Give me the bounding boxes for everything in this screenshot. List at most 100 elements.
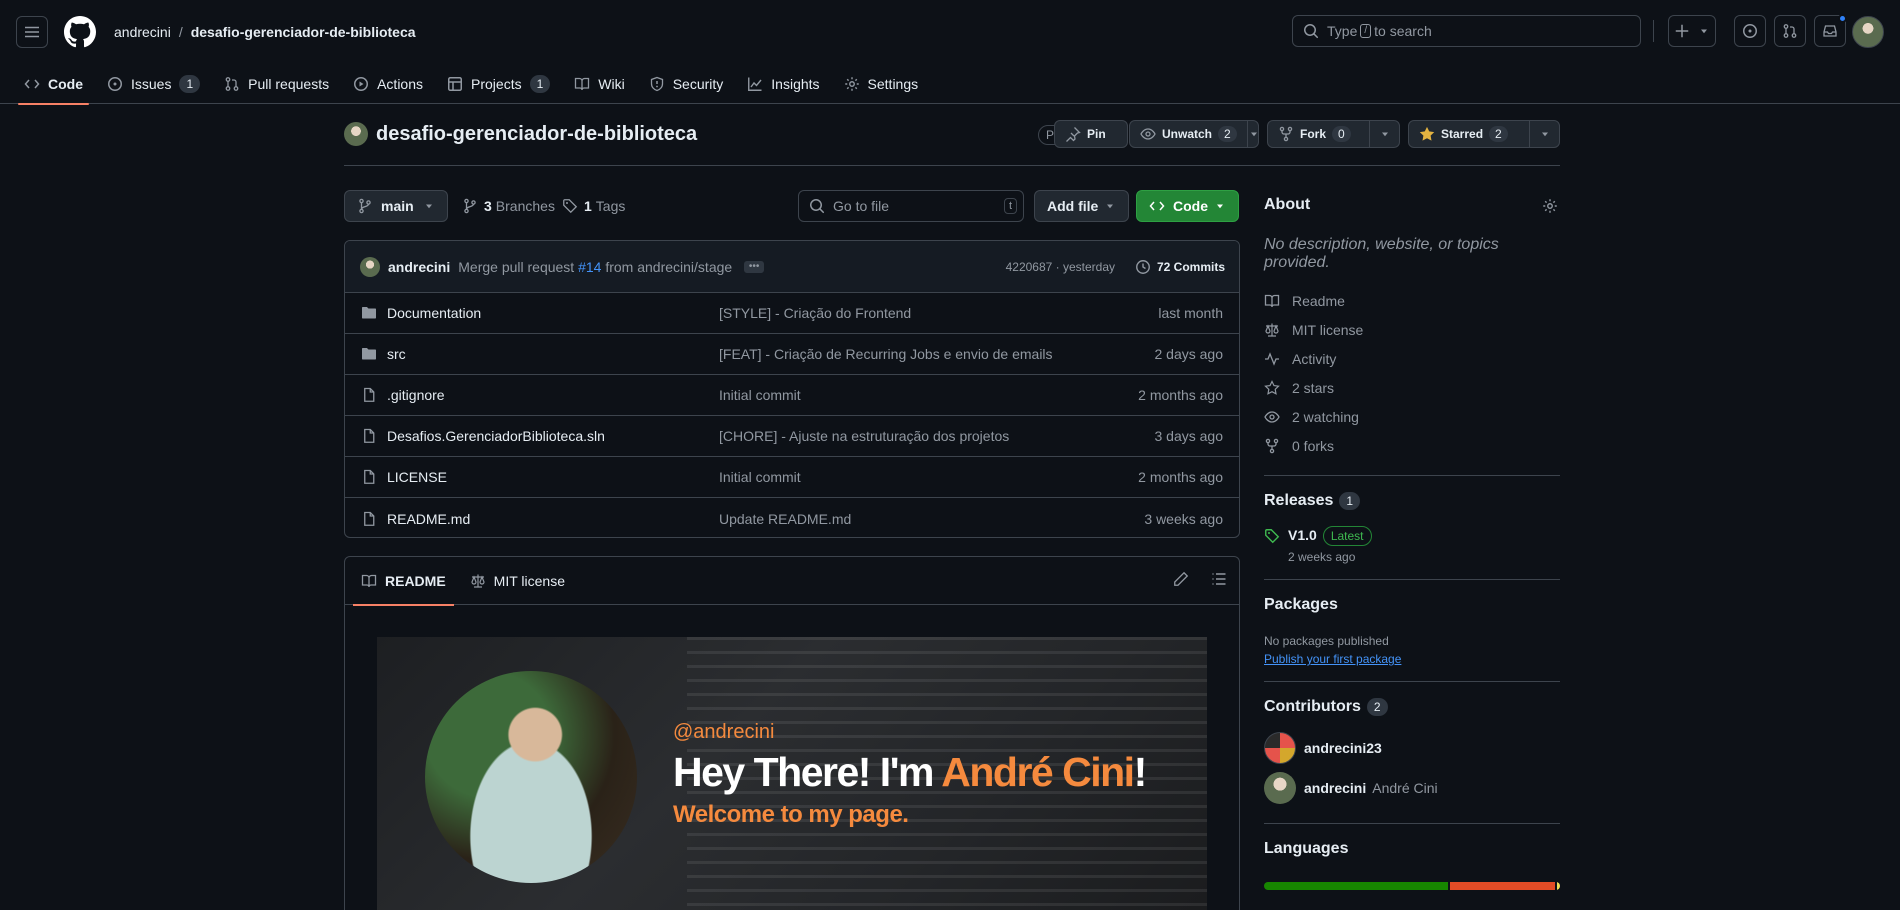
file-age: 3 weeks ago xyxy=(1144,510,1223,527)
tab-settings[interactable]: Settings xyxy=(836,64,927,104)
file-row[interactable]: Desafios.GerenciadorBiblioteca.sln [CHOR… xyxy=(345,416,1239,457)
commit-sha[interactable]: 4220687 · yesterday xyxy=(1006,260,1115,274)
list-outline-icon[interactable] xyxy=(1211,571,1227,587)
language-segment xyxy=(1264,882,1448,890)
fork-count: 0 xyxy=(1332,126,1351,142)
commit-pr-link[interactable]: #14 xyxy=(578,259,601,275)
about-forks-link[interactable]: 0 forks xyxy=(1264,431,1560,460)
file-commit-message[interactable]: Update README.md xyxy=(719,511,851,527)
branch-selector[interactable]: main xyxy=(344,190,448,222)
file-name[interactable]: Desafios.GerenciadorBiblioteca.sln xyxy=(387,428,605,444)
publish-package-link[interactable]: Publish your first package xyxy=(1264,652,1560,666)
about-license-link[interactable]: MIT license xyxy=(1264,315,1560,344)
about-watching-link[interactable]: 2 watching xyxy=(1264,402,1560,431)
commit-message-suffix: from andrecini/stage xyxy=(605,258,733,275)
tab-projects[interactable]: Projects 1 xyxy=(439,64,558,104)
tab-label: Issues xyxy=(131,76,172,92)
file-row[interactable]: README.md Update README.md 3 weeks ago xyxy=(345,498,1239,537)
file-commit-message[interactable]: Initial commit xyxy=(719,469,801,485)
file-commit-message[interactable]: Initial commit xyxy=(719,387,801,403)
tab-security[interactable]: Security xyxy=(641,64,732,104)
issues-button[interactable] xyxy=(1734,15,1766,47)
tab-insights[interactable]: Insights xyxy=(739,64,827,104)
star-icon xyxy=(1264,379,1280,395)
commits-link[interactable]: 72 Commits xyxy=(1135,259,1225,275)
pencil-icon[interactable] xyxy=(1173,571,1189,587)
tab-readme[interactable]: README xyxy=(353,557,454,606)
contributor-login[interactable]: andrecini xyxy=(1304,780,1366,796)
file-name[interactable]: LICENSE xyxy=(387,469,447,485)
contributor-login[interactable]: andrecini23 xyxy=(1304,740,1382,756)
repo-title-row: desafio-gerenciador-de-biblioteca Public… xyxy=(344,120,1560,166)
releases-heading[interactable]: Releases 1 xyxy=(1264,492,1560,510)
file-row[interactable]: LICENSE Initial commit 2 months ago xyxy=(345,457,1239,498)
repo-link[interactable]: desafio-gerenciador-de-biblioteca xyxy=(191,24,416,40)
packages-empty-text: No packages published xyxy=(1264,634,1389,648)
fork-dropdown[interactable] xyxy=(1369,121,1399,147)
create-new-button[interactable] xyxy=(1668,15,1716,47)
code-icon xyxy=(1149,201,1165,211)
file-commit-message[interactable]: [STYLE] - Criação do Frontend xyxy=(719,305,911,321)
banner-hey: Hey There! I'm xyxy=(673,749,934,795)
contributor-avatar[interactable] xyxy=(1264,772,1296,804)
unwatch-dropdown[interactable] xyxy=(1246,121,1260,147)
file-name[interactable]: README.md xyxy=(387,511,470,527)
tab-pull-requests[interactable]: Pull requests xyxy=(216,64,337,104)
file-row[interactable]: src [FEAT] - Criação de Recurring Jobs e… xyxy=(345,334,1239,375)
graph-icon xyxy=(748,77,762,91)
tab-label: Pull requests xyxy=(248,76,330,92)
about-activity-link[interactable]: Activity xyxy=(1264,344,1560,373)
starred-button[interactable]: Starred 2 xyxy=(1408,120,1560,148)
latest-release[interactable]: V1.0 Latest 2 weeks ago xyxy=(1264,526,1560,564)
file-name[interactable]: .gitignore xyxy=(387,387,445,403)
menu-button[interactable] xyxy=(16,16,48,48)
code-button[interactable]: Code xyxy=(1136,190,1239,222)
tab-wiki[interactable]: Wiki xyxy=(566,64,632,104)
contributor-item[interactable]: andrecini André Cini xyxy=(1264,768,1560,808)
banner-welcome: Welcome to my page. xyxy=(673,801,909,828)
tab-actions[interactable]: Actions xyxy=(345,64,431,104)
tab-license[interactable]: MIT license xyxy=(462,557,573,605)
github-logo-icon[interactable] xyxy=(64,16,96,48)
release-name[interactable]: V1.0 xyxy=(1288,527,1317,543)
commit-message[interactable]: Merge pull request #14 from andrecini/st… xyxy=(458,259,732,275)
file-age: 3 days ago xyxy=(1154,428,1224,444)
contributors-heading[interactable]: Contributors 2 xyxy=(1264,698,1560,716)
file-age: last month xyxy=(1158,305,1223,321)
branch-name: main xyxy=(381,198,414,214)
user-avatar[interactable] xyxy=(1852,16,1884,48)
star-dropdown[interactable] xyxy=(1529,121,1559,147)
file-row[interactable]: Documentation [STYLE] - Criação do Front… xyxy=(345,293,1239,334)
add-file-button[interactable]: Add file xyxy=(1034,190,1129,222)
search-input[interactable]: Type / to search xyxy=(1292,15,1641,47)
file-name[interactable]: src xyxy=(387,346,406,362)
fork-button[interactable]: Fork 0 xyxy=(1267,120,1400,148)
pull-requests-button[interactable] xyxy=(1774,15,1806,47)
file-commit-message[interactable]: [CHORE] - Ajuste na estruturação dos pro… xyxy=(719,428,1009,444)
repo-title[interactable]: desafio-gerenciador-de-biblioteca xyxy=(376,120,697,148)
file-row[interactable]: .gitignore Initial commit 2 months ago xyxy=(345,375,1239,416)
go-to-file-input[interactable]: Go to file t xyxy=(798,190,1024,222)
expand-commit-button[interactable]: ••• xyxy=(744,260,765,273)
contributor-avatar[interactable] xyxy=(1264,732,1296,764)
commit-author[interactable]: andrecini xyxy=(388,259,450,275)
unwatch-button[interactable]: Unwatch 2 xyxy=(1129,120,1259,148)
tab-issues[interactable]: Issues 1 xyxy=(99,64,208,104)
about-stars-link[interactable]: 2 stars xyxy=(1264,373,1560,402)
commit-author-avatar[interactable] xyxy=(360,256,380,277)
branches-link[interactable]: 3 Branches xyxy=(462,198,555,214)
pin-button[interactable]: Pin xyxy=(1054,120,1128,148)
book-icon xyxy=(1264,294,1280,307)
tags-link[interactable]: 1 Tags xyxy=(562,198,625,214)
file-commit-message[interactable]: [FEAT] - Criação de Recurring Jobs e env… xyxy=(719,346,1053,362)
about-readme-link[interactable]: Readme xyxy=(1264,286,1560,315)
tab-code[interactable]: Code xyxy=(16,64,91,105)
file-icon xyxy=(364,469,375,484)
owner-avatar[interactable] xyxy=(344,122,368,146)
file-name[interactable]: Documentation xyxy=(387,305,481,321)
gear-icon[interactable] xyxy=(1542,198,1558,214)
owner-link[interactable]: andrecini xyxy=(114,24,171,40)
packages-title[interactable]: Packages xyxy=(1264,596,1560,614)
contributor-item[interactable]: andrecini23 xyxy=(1264,728,1560,768)
file-age: 2 days ago xyxy=(1154,346,1224,362)
